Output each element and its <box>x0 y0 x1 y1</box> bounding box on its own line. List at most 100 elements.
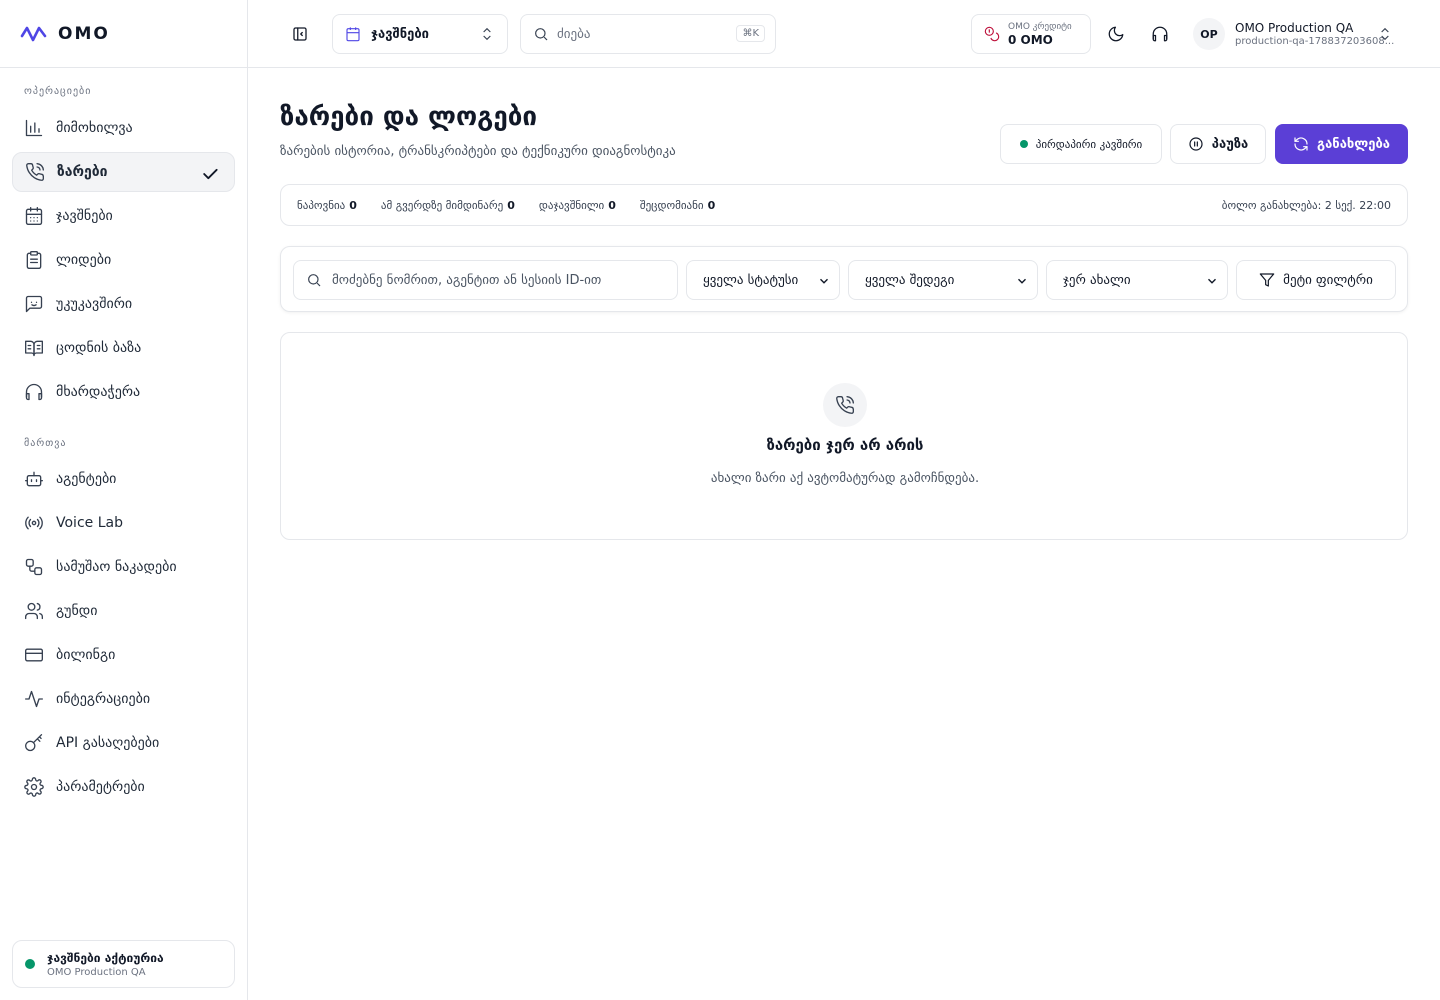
clipboard-icon <box>26 251 42 269</box>
chevrons-up-down-icon <box>483 27 491 41</box>
stat-label: ნაპოვნია <box>297 198 346 212</box>
workspace-select[interactable]: ჯავშნები <box>332 14 508 54</box>
sidebar-item-support[interactable]: მხარდაჭერა <box>12 372 235 412</box>
live-connection-label: პირდაპირი კავშირი <box>1035 137 1143 151</box>
search-icon <box>535 28 548 41</box>
credits-widget[interactable]: OMO კრედიტი 0 OMO <box>971 14 1091 54</box>
sidebar-item-billing[interactable]: ბილინგი <box>12 635 235 675</box>
sort-select[interactable]: ჯერ ახალი <box>1046 260 1228 300</box>
sidebar: OMO ოპერაციები მიმოხილვა ზარები ჯავშნები… <box>0 0 248 1000</box>
activity-icon <box>25 690 43 708</box>
theme-toggle-button[interactable] <box>1100 18 1132 50</box>
refresh-button[interactable]: განახლება <box>1275 124 1408 164</box>
page-title: ზარები და ლოგები <box>280 102 538 132</box>
sidebar-item-feedback[interactable]: უკუკავშირი <box>12 284 235 324</box>
status-subtitle: OMO Production QA <box>47 966 146 978</box>
logo-wave-icon <box>20 26 47 41</box>
calls-search[interactable] <box>293 260 678 300</box>
stat-label: დაჯავშნილი <box>538 198 605 212</box>
stat-value: 0 <box>608 198 616 212</box>
refresh-icon <box>1294 137 1308 151</box>
stat-in-progress: ამ გვერდზე მიმდინარე 0 <box>381 199 515 212</box>
sidebar-item-label: უკუკავშირი <box>56 296 133 312</box>
sidebar-item-label: Voice Lab <box>56 515 123 531</box>
radio-icon <box>25 516 43 530</box>
sidebar-item-voice-lab[interactable]: Voice Lab <box>12 503 235 543</box>
sidebar-item-api-keys[interactable]: API გასაღებები <box>12 723 235 763</box>
app-root: OMO ოპერაციები მიმოხილვა ზარები ჯავშნები… <box>0 0 1440 1000</box>
page-subtitle: ზარების ისტორია, ტრანსკრიპტები და ტექნიკ… <box>280 144 676 159</box>
more-filters-button[interactable]: მეტი ფილტრი <box>1236 260 1396 300</box>
empty-state-subtitle: ახალი ზარი აქ ავტომატურად გამოჩნდება. <box>710 471 980 486</box>
sidebar-item-label: აგენტები <box>56 471 117 487</box>
filter-icon <box>1259 273 1275 287</box>
stat-errors: შეცდომიანი 0 <box>640 199 715 212</box>
more-filters-label: მეტი ფილტრი <box>1283 272 1373 288</box>
empty-state: ზარები ჯერ არ არის ახალი ზარი აქ ავტომატ… <box>280 332 1408 540</box>
search-icon <box>308 274 321 287</box>
org-name: OMO Production QA <box>1235 21 1354 35</box>
credits-value: 0 OMO <box>1008 32 1053 47</box>
sidebar-item-label: ცოდნის ბაზა <box>56 340 142 356</box>
org-text: OMO Production QA production-qa-17883720… <box>1235 21 1394 47</box>
workflow-icon <box>25 558 43 576</box>
sidebar-item-knowledge-base[interactable]: ცოდნის ბაზა <box>12 328 235 368</box>
bar-chart-icon <box>25 119 43 137</box>
status-title: ჯავშნები აქტიურია <box>47 950 164 965</box>
users-icon <box>25 602 44 620</box>
global-search-input[interactable] <box>557 26 727 42</box>
sidebar-item-bookings[interactable]: ჯავშნები <box>12 196 235 236</box>
sidebar-item-agents[interactable]: აგენტები <box>12 459 235 499</box>
sidebar-item-calls[interactable]: ზარები <box>12 152 235 192</box>
pause-button[interactable]: პაუზა <box>1170 124 1266 164</box>
panel-left-icon <box>293 27 307 41</box>
moon-icon <box>1108 26 1124 42</box>
phone-call-icon <box>836 395 855 414</box>
sidebar-item-leads[interactable]: ლიდები <box>12 240 235 280</box>
live-status-dot <box>1019 140 1028 148</box>
sidebar-item-workflows[interactable]: სამუშაო ნაკადები <box>12 547 235 587</box>
support-button[interactable] <box>1144 18 1176 50</box>
calendar-icon <box>346 27 360 42</box>
message-square-icon <box>25 295 43 313</box>
logo[interactable]: OMO <box>0 0 247 68</box>
stat-value: 0 <box>507 198 515 212</box>
pause-label: პაუზა <box>1211 136 1249 152</box>
stat-found: ნაპოვნია 0 <box>297 199 357 212</box>
sidebar-item-team[interactable]: გუნდი <box>12 591 235 631</box>
bot-icon <box>25 471 43 487</box>
pause-circle-icon <box>1189 137 1203 151</box>
key-icon <box>25 734 43 752</box>
check-icon <box>203 168 218 180</box>
sidebar-item-overview[interactable]: მიმოხილვა <box>12 108 235 148</box>
result-filter-select[interactable]: ყველა შედეგი <box>848 260 1038 300</box>
avatar: OP <box>1193 18 1225 50</box>
sidebar-item-label: გუნდი <box>56 603 98 619</box>
calendar-icon <box>25 207 43 225</box>
logo-text: OMO <box>58 23 110 44</box>
sidebar-item-label: ჯავშნები <box>56 208 113 224</box>
chevron-down-icon <box>1018 278 1026 284</box>
calls-search-input[interactable] <box>332 272 662 288</box>
sidebar-item-settings[interactable]: პარამეტრები <box>12 767 235 807</box>
credit-card-icon <box>25 648 43 662</box>
topbar: ჯავშნები ⌘K OMO კრედიტი 0 OMO OP OMO Pro… <box>248 0 1440 68</box>
live-connection-button[interactable]: პირდაპირი კავშირი <box>1000 124 1162 164</box>
filters-panel: ყველა სტატუსი ყველა შედეგი ჯერ ახალი მეტ… <box>280 246 1408 312</box>
workspace-select-value: ჯავშნები <box>371 26 429 42</box>
result-filter-value: ყველა შედეგი <box>865 272 955 288</box>
search-shortcut-badge: ⌘K <box>736 25 765 42</box>
sort-value: ჯერ ახალი <box>1063 272 1131 288</box>
sidebar-item-label: ინტეგრაციები <box>56 691 151 707</box>
org-switcher[interactable]: OP OMO Production QA production-qa-17883… <box>1193 14 1413 54</box>
sidebar-item-label: მიმოხილვა <box>56 120 133 136</box>
credits-text: OMO კრედიტი 0 OMO <box>1008 22 1072 47</box>
sidebar-item-integrations[interactable]: ინტეგრაციები <box>12 679 235 719</box>
booking-status-card[interactable]: ჯავშნები აქტიურია OMO Production QA <box>12 940 235 988</box>
stat-value: 0 <box>349 198 357 212</box>
sidebar-item-label: API გასაღებები <box>56 735 160 751</box>
toggle-sidebar-button[interactable] <box>284 18 316 50</box>
global-search[interactable]: ⌘K <box>520 14 776 54</box>
status-filter-select[interactable]: ყველა სტატუსი <box>686 260 840 300</box>
status-filter-value: ყველა სტატუსი <box>703 272 799 288</box>
